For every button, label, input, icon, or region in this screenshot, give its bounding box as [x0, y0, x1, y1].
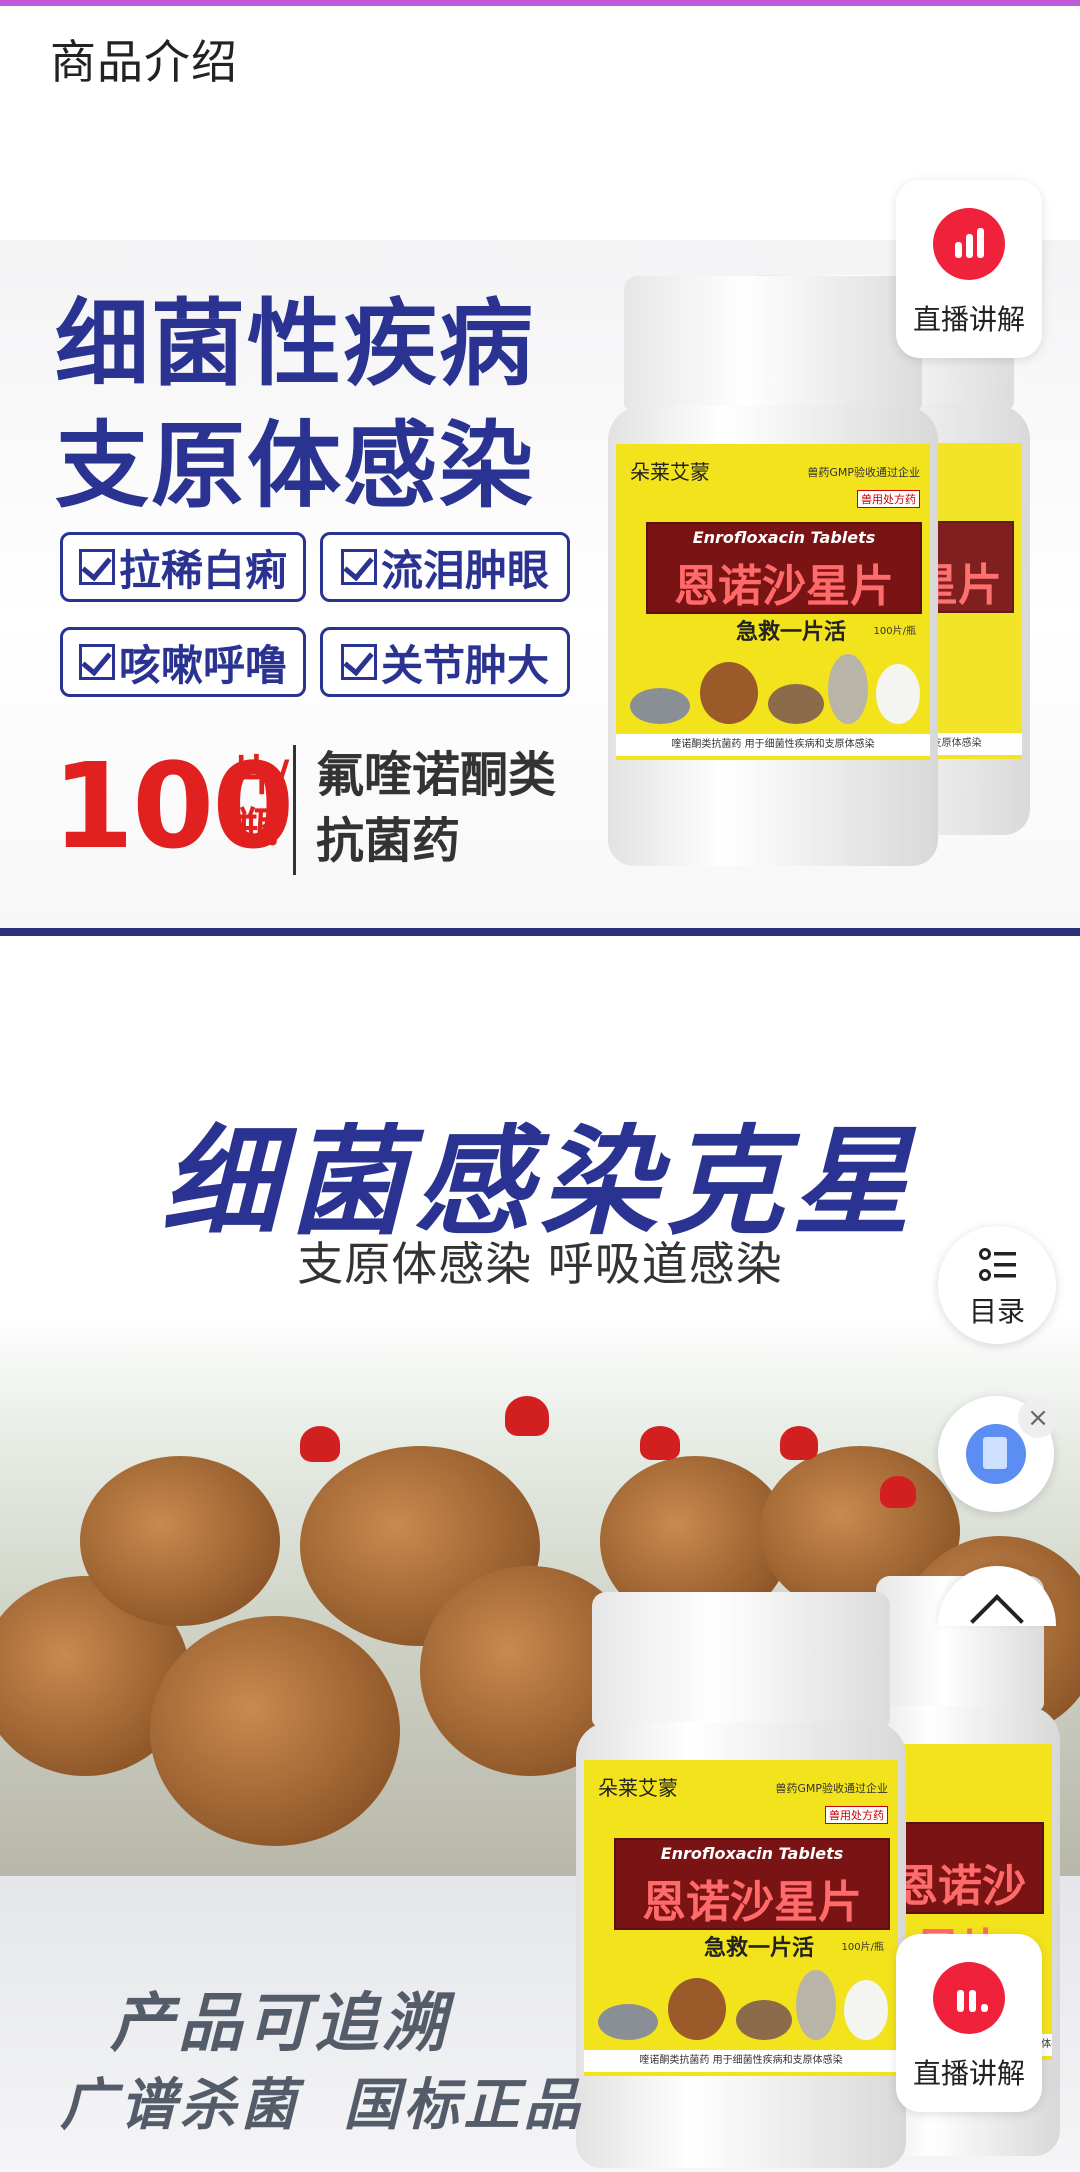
live-bars-icon	[933, 1962, 1005, 2034]
checkbox-icon	[78, 644, 115, 680]
symptom-tag: 拉稀白痢	[60, 532, 306, 602]
tablet-unit: 片/瓶	[232, 751, 290, 852]
toc-label: 目录	[968, 1295, 1025, 1328]
banner2-slogan-line1: 产品可追溯	[110, 1987, 450, 2061]
live-bars-icon	[933, 208, 1005, 280]
checkbox-icon	[78, 549, 115, 585]
toc-button[interactable]: 目录	[938, 1226, 1056, 1344]
close-icon[interactable]: ×	[1018, 1398, 1058, 1438]
product-bottle: 朵莱艾蒙 兽药GMP验收通过企业 兽用处方药 Enrofloxacin Tabl…	[576, 1592, 906, 2168]
live-explain-label: 直播讲解	[912, 303, 1025, 336]
banner2-slogan-line2: 广谱杀菌 国标正品	[60, 2073, 584, 2138]
checkbox-icon	[340, 549, 377, 585]
live-explain-label: 直播讲解	[912, 2057, 1025, 2090]
animals-illustration	[598, 1960, 888, 2040]
animals-illustration	[630, 644, 920, 724]
section-title: 商品介绍	[50, 35, 238, 89]
live-explain-button[interactable]: 直播讲解	[896, 180, 1042, 358]
banner-headline-line2: 支原体感染	[55, 412, 536, 521]
product-bottle: 朵莱艾蒙 兽药GMP验收通过企业 兽用处方药 Enrofloxacin Tabl…	[608, 276, 938, 866]
live-explain-button-bottom[interactable]: 直播讲解	[896, 1934, 1042, 2112]
section-divider	[0, 928, 1080, 936]
symptom-tag: 流泪肿眼	[320, 532, 570, 602]
checkbox-icon	[340, 644, 377, 680]
symptom-tag: 关节肿大	[320, 627, 570, 697]
bottle-brand: 朵莱艾蒙	[630, 460, 710, 484]
list-icon	[979, 1248, 1016, 1281]
banner2-subheadline: 支原体感染 呼吸道感染	[297, 1237, 783, 1291]
symptom-tag: 咳嗽呼噜	[60, 627, 306, 697]
banner-headline-line1: 细菌性疾病	[55, 290, 536, 399]
top-accent-bar	[0, 0, 1080, 6]
divider	[293, 745, 296, 875]
drug-class: 氟喹诺酮类 抗菌药	[316, 747, 557, 869]
document-icon	[966, 1424, 1026, 1484]
